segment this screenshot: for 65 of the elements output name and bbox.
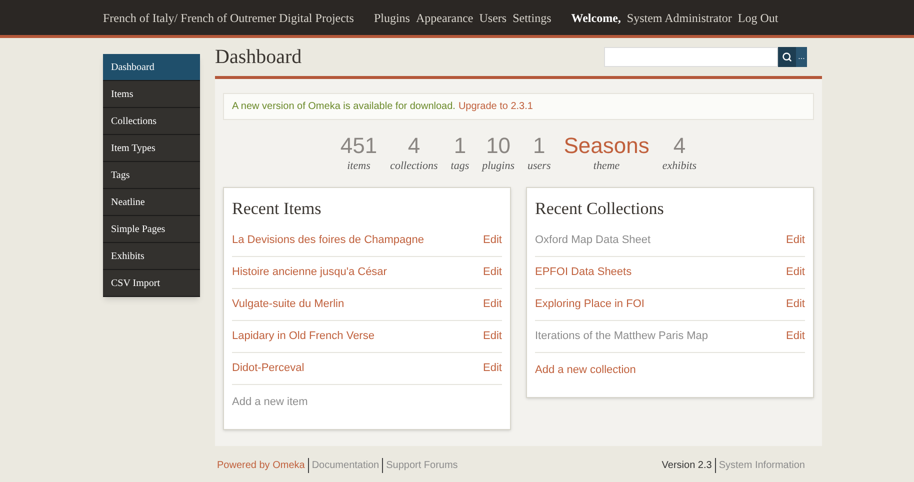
user-link[interactable]: System Administrator	[626, 8, 732, 26]
record-link[interactable]: Oxford Map Data Sheet	[535, 232, 651, 249]
stat-label: users	[528, 159, 551, 174]
panel-title: Recent Items	[232, 198, 322, 220]
version-text: Version 2.3	[662, 459, 713, 473]
sidebar-item[interactable]: Items	[103, 81, 200, 108]
add-link[interactable]: Add a new item	[232, 394, 308, 410]
footer-link[interactable]: Powered by Omeka	[217, 458, 305, 473]
page-title: Dashboard	[215, 45, 302, 70]
edit-link[interactable]: Edit	[483, 232, 502, 249]
record-link[interactable]: Iterations of the Matthew Paris Map	[535, 328, 708, 345]
sidebar-item[interactable]: Exhibits	[103, 243, 200, 270]
alert-message: A new version of Omeka is available for download.	[232, 100, 456, 114]
stat-value[interactable]: 1	[454, 134, 466, 158]
footer-link[interactable]: Support Forums	[382, 458, 458, 473]
stat-value[interactable]: Seasons	[564, 134, 650, 158]
nav-link[interactable]: Appearance	[416, 8, 474, 26]
record-link[interactable]: Lapidary in Old French Verse	[232, 328, 374, 345]
edit-link[interactable]: Edit	[483, 264, 502, 281]
sidebar-item[interactable]: Collections	[103, 108, 200, 135]
sidebar-item[interactable]: Tags	[103, 162, 200, 189]
logout-link[interactable]: Log Out	[738, 8, 778, 26]
stat-label: collections	[390, 159, 438, 174]
nav-link[interactable]: Settings	[512, 8, 552, 26]
panel-title: Recent Collections	[535, 198, 665, 220]
stat-label: items	[347, 159, 370, 174]
edit-link[interactable]: Edit	[483, 360, 502, 377]
stat-value[interactable]: 451	[340, 134, 378, 158]
record-link[interactable]: La Devisions des foires de Champagne	[232, 232, 424, 249]
edit-link[interactable]: Edit	[786, 328, 805, 345]
stat-label: plugins	[482, 159, 515, 174]
add-link[interactable]: Add a new collection	[535, 362, 636, 378]
search-field[interactable]	[604, 47, 778, 67]
stat-value[interactable]: 1	[533, 134, 546, 158]
stat-value[interactable]: 10	[486, 134, 511, 158]
record-link[interactable]: EPFOI Data Sheets	[535, 264, 632, 281]
edit-link[interactable]: Edit	[786, 296, 805, 313]
record-link[interactable]: Exploring Place in FOI	[535, 296, 644, 313]
edit-link[interactable]: Edit	[483, 328, 502, 345]
stat-value[interactable]: 4	[408, 134, 420, 158]
edit-link[interactable]: Edit	[786, 232, 805, 249]
advanced-search-button[interactable]: ...	[796, 47, 807, 67]
upgrade-link[interactable]: Upgrade to 2.3.1	[458, 99, 533, 114]
stat-value[interactable]: 4	[673, 134, 686, 158]
record-link[interactable]: Didot-Perceval	[232, 360, 304, 377]
welcome-text: Welcome,	[571, 10, 621, 26]
stat-label: tags	[450, 159, 470, 174]
sidebar-item[interactable]: Neatline	[103, 189, 200, 216]
nav-link[interactable]: Plugins	[374, 8, 410, 26]
search-button[interactable]	[778, 47, 796, 67]
stat-label: theme	[593, 159, 620, 174]
record-link[interactable]: Histoire ancienne jusqu'a César	[232, 264, 387, 281]
sidebar-item[interactable]: CSV Import	[103, 270, 200, 297]
record-link[interactable]: Vulgate-suite du Merlin	[232, 296, 344, 313]
sidebar-item[interactable]: Item Types	[103, 135, 200, 162]
system-info-link[interactable]: System Information	[714, 458, 805, 473]
edit-link[interactable]: Edit	[786, 264, 805, 281]
search-icon	[782, 52, 792, 62]
site-title[interactable]: French of Italy/ French of Outremer Digital Projects	[103, 8, 354, 26]
sidebar-item[interactable]: Simple Pages	[103, 216, 200, 243]
nav-link[interactable]: Users	[479, 8, 507, 26]
edit-link[interactable]: Edit	[483, 296, 502, 313]
sidebar-item[interactable]: Dashboard	[103, 54, 200, 81]
footer-link[interactable]: Documentation	[308, 458, 380, 473]
stat-label: exhibits	[662, 159, 697, 174]
